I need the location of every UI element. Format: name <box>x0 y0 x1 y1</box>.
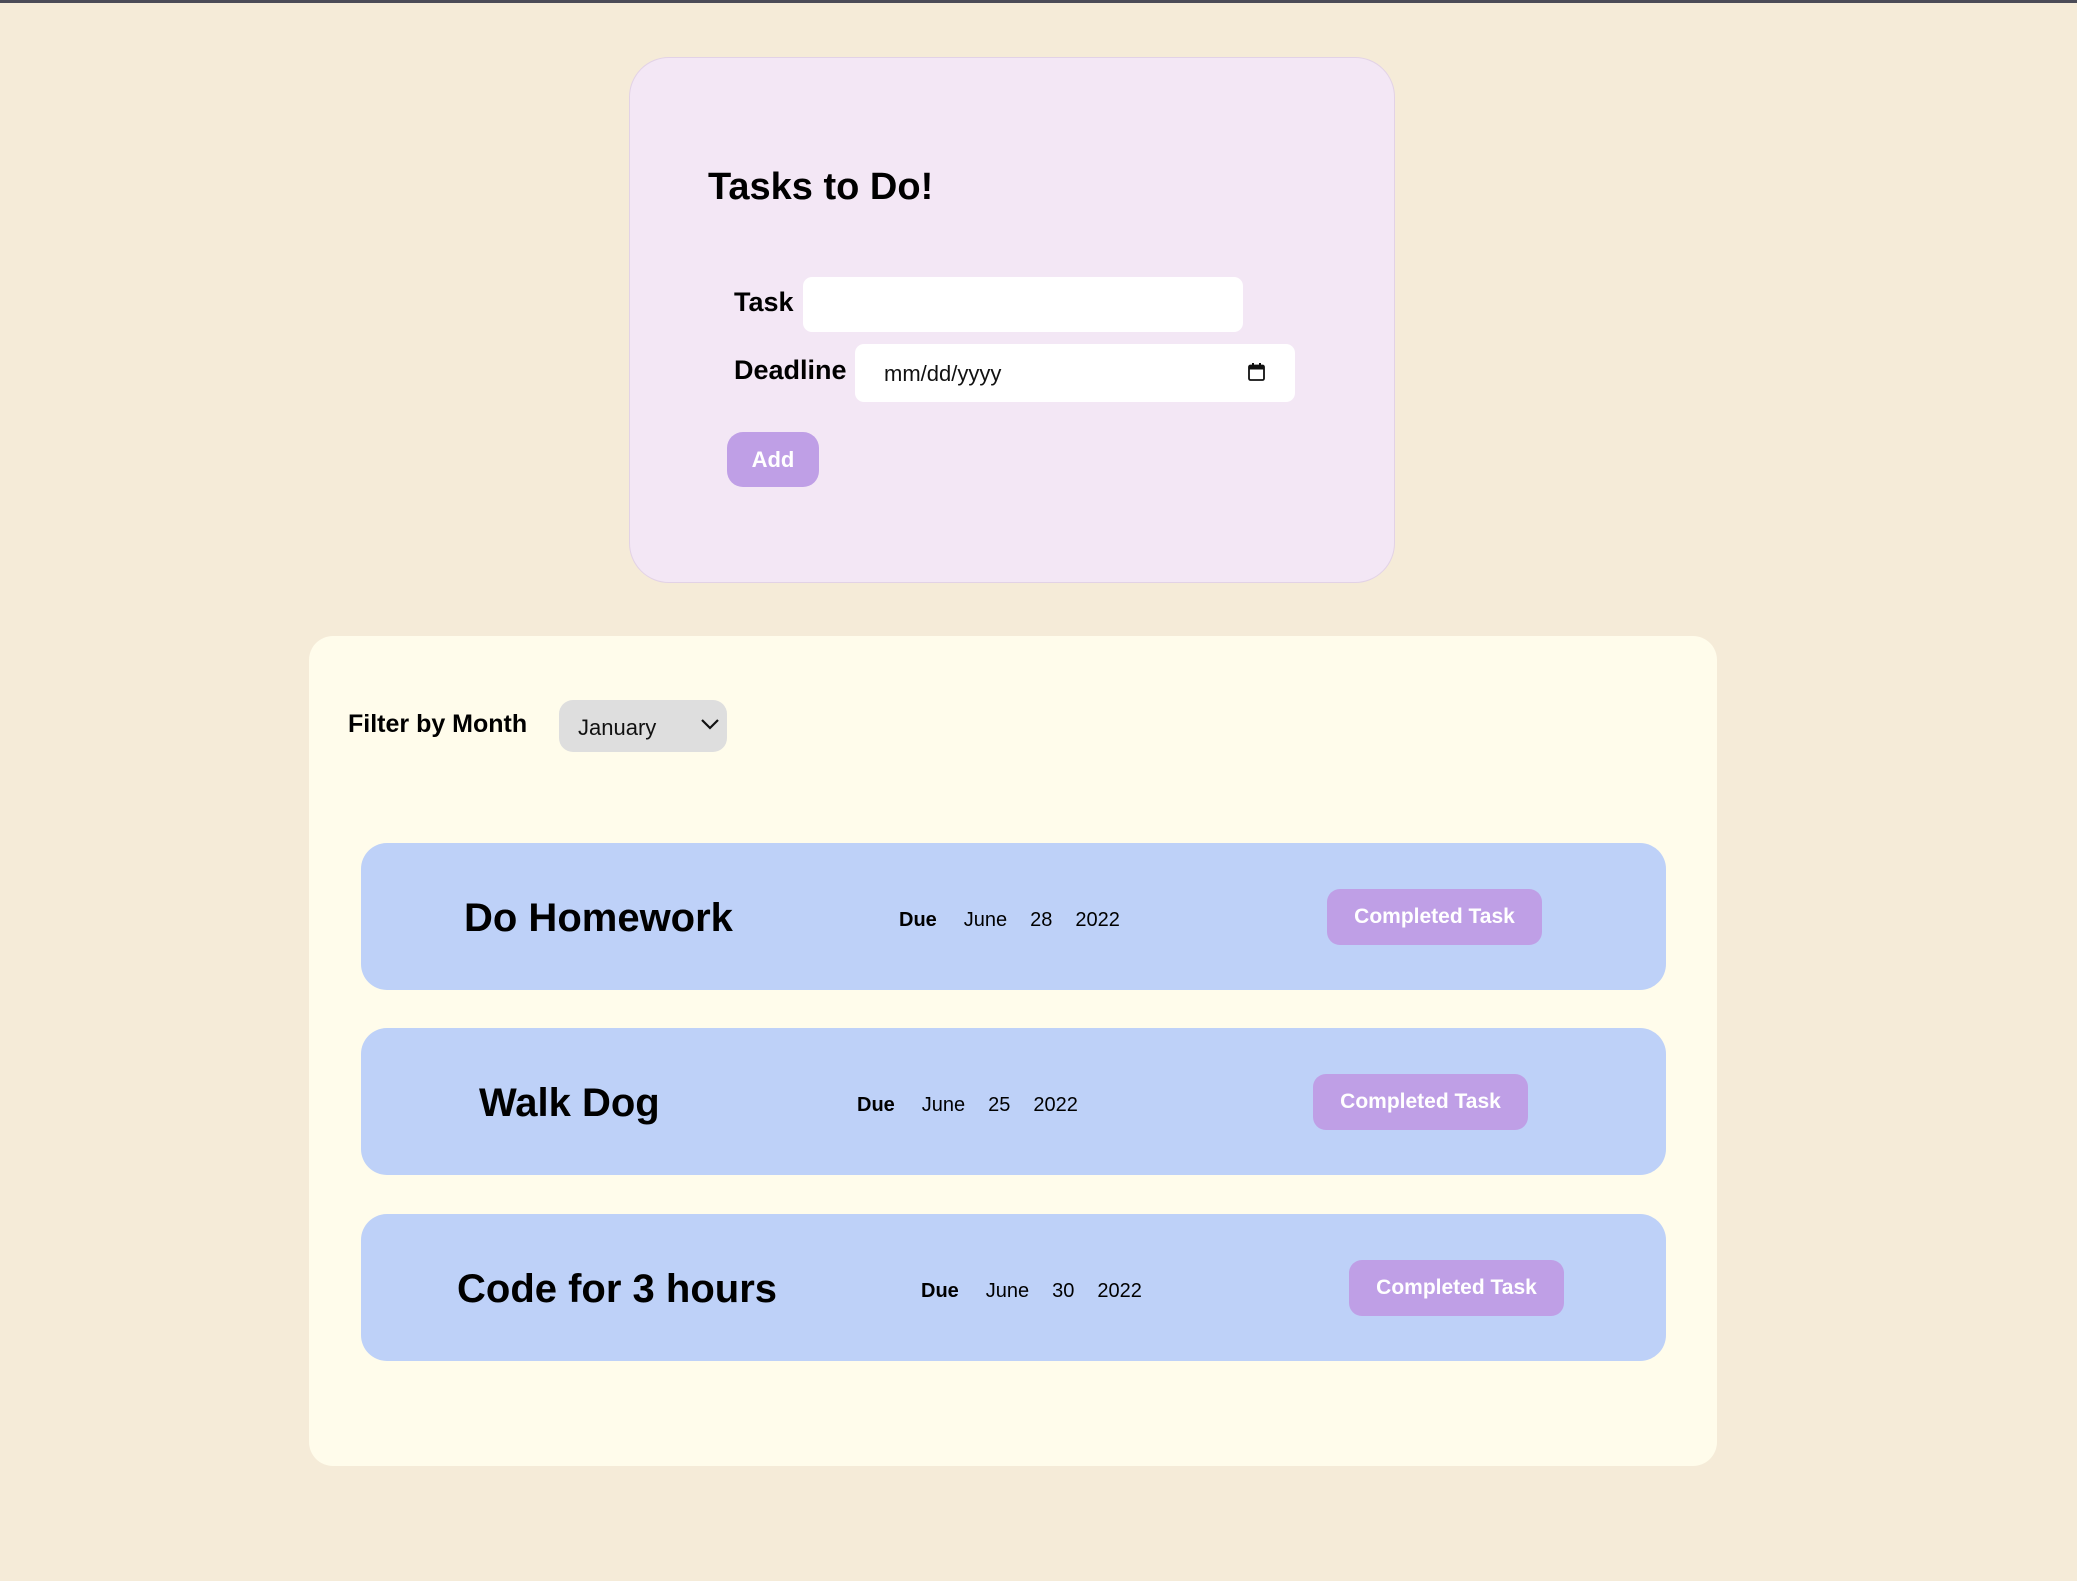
due-label: Due <box>899 909 937 931</box>
due-day: 28 <box>1030 909 1053 931</box>
task-row: Code for 3 hours Due June 30 2022 Completed… <box>361 1214 1666 1361</box>
completed-task-button[interactable]: Completed Task <box>1349 1260 1564 1316</box>
task-due-date: Due June 30 2022 <box>921 1280 1165 1303</box>
due-label: Due <box>921 1280 959 1302</box>
due-day: 25 <box>988 1094 1011 1116</box>
due-year: 2022 <box>1075 909 1120 931</box>
due-month: June <box>963 909 1008 931</box>
task-title: Do Homework <box>464 896 733 940</box>
date-placeholder: mm/dd/yyyy <box>884 361 1002 386</box>
due-month: June <box>921 1094 966 1116</box>
due-year: 2022 <box>1033 1094 1078 1116</box>
task-list-panel: Filter by Month January Do Homework Due J… <box>309 636 1717 1466</box>
task-title: Walk Dog <box>479 1081 660 1125</box>
filter-label: Filter by Month <box>348 710 528 738</box>
task-row: Do Homework Due June 28 2022 Completed Task <box>361 843 1666 990</box>
due-year: 2022 <box>1097 1280 1142 1302</box>
task-due-date: Due June 25 2022 <box>857 1094 1101 1117</box>
chevron-down-icon <box>701 719 719 730</box>
form-title: Tasks to Do! <box>708 166 934 208</box>
task-title: Code for 3 hours <box>457 1267 778 1311</box>
completed-task-button[interactable]: Completed Task <box>1313 1074 1528 1130</box>
month-filter-select[interactable]: January <box>559 700 727 752</box>
completed-task-button[interactable]: Completed Task <box>1327 889 1542 945</box>
due-label: Due <box>857 1094 895 1116</box>
due-month: June <box>985 1280 1030 1302</box>
task-label: Task <box>734 287 794 317</box>
task-due-date: Due June 28 2022 <box>899 909 1143 932</box>
task-form-card: Tasks to Do! Task Deadline mm/dd/yyyy Ad… <box>629 57 1395 583</box>
calendar-icon[interactable] <box>1248 363 1265 381</box>
month-select-value: January <box>578 715 657 740</box>
add-button[interactable]: Add <box>727 432 819 487</box>
deadline-label: Deadline <box>734 355 847 385</box>
task-row: Walk Dog Due June 25 2022 Completed Task <box>361 1028 1666 1175</box>
due-day: 30 <box>1052 1280 1075 1302</box>
deadline-date-input[interactable]: mm/dd/yyyy <box>855 344 1295 402</box>
task-input[interactable] <box>803 277 1243 332</box>
